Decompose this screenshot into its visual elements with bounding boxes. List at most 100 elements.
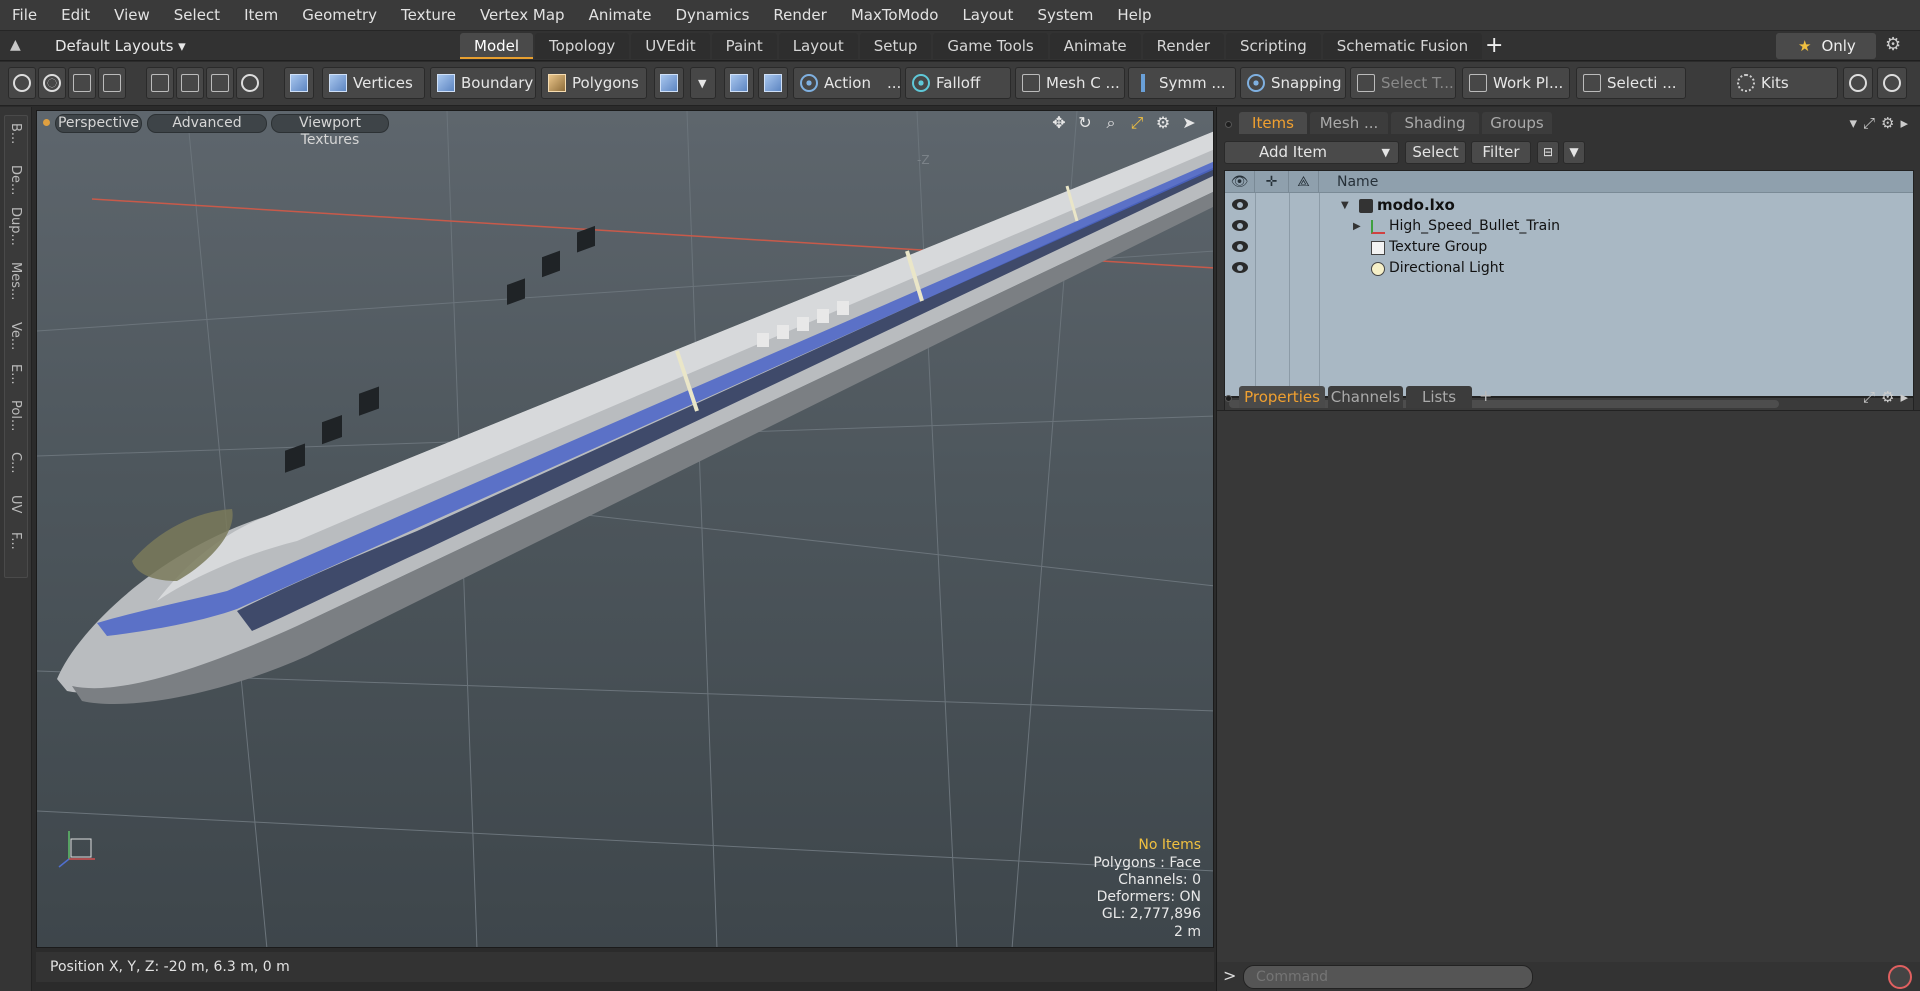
tab-setup[interactable]: Setup <box>859 33 932 59</box>
tab-topology[interactable]: Topology <box>535 33 630 59</box>
select-through-button[interactable]: Select T... <box>1350 67 1456 99</box>
component-mode-button[interactable] <box>654 67 684 99</box>
falloff-button[interactable]: Falloff <box>905 67 1011 99</box>
symmetry-button[interactable]: Symm ... <box>1128 67 1236 99</box>
frame-tool-button[interactable] <box>206 67 234 99</box>
tab-game-tools[interactable]: Game Tools <box>933 33 1048 59</box>
record-macro-icon[interactable] <box>1888 965 1912 989</box>
tab-properties[interactable]: Properties <box>1239 386 1325 408</box>
expand-arrow-icon[interactable]: ▶ <box>1353 216 1361 237</box>
tab-schematic-fusion[interactable]: Schematic Fusion <box>1322 33 1483 59</box>
menu-help[interactable]: Help <box>1105 0 1163 31</box>
collapse-up-icon[interactable]: ▲ <box>10 37 21 53</box>
align-tool-button[interactable] <box>146 67 174 99</box>
strip-tab-polygon[interactable]: Pol... <box>8 400 23 431</box>
tree-row-scene[interactable]: ▼ modo.lxo <box>1225 195 1913 216</box>
select-button[interactable]: Select <box>1405 141 1466 164</box>
add-tab-icon[interactable]: + <box>1479 386 1492 405</box>
work-plane-button[interactable]: Work Pl... <box>1462 67 1570 99</box>
menu-texture[interactable]: Texture <box>389 0 468 31</box>
select-globe-button[interactable] <box>38 67 66 99</box>
menu-geometry[interactable]: Geometry <box>290 0 389 31</box>
panel-menu-dot[interactable] <box>1225 121 1232 128</box>
strip-tab-duplicate[interactable]: Dup... <box>8 207 23 246</box>
tree-row-light[interactable]: Directional Light <box>1225 258 1913 279</box>
menu-file[interactable]: File <box>0 0 49 31</box>
menu-select[interactable]: Select <box>162 0 232 31</box>
menu-maxtomodo[interactable]: MaxToModo <box>839 0 951 31</box>
polygons-mode-button[interactable]: Polygons <box>541 67 647 99</box>
tab-shading[interactable]: Shading <box>1391 112 1479 134</box>
expand-panel-icon[interactable]: ⤢ <box>1863 114 1881 132</box>
tab-animate[interactable]: Animate <box>1049 33 1141 59</box>
brush-tool-button[interactable] <box>98 67 126 99</box>
shading-mode-button[interactable]: Advanced <box>147 114 267 133</box>
pen-tool-button[interactable] <box>68 67 96 99</box>
collapse-icon[interactable]: ⊟ <box>1537 141 1559 164</box>
tree-row-mesh[interactable]: ▶ High_Speed_Bullet_Train <box>1225 216 1913 237</box>
action-center-button[interactable]: Action... <box>793 67 901 99</box>
grid-tool-button[interactable] <box>176 67 204 99</box>
action-center-toggle-a[interactable] <box>724 67 754 99</box>
filter-button[interactable]: Filter <box>1471 141 1531 164</box>
menu-view[interactable]: View <box>102 0 162 31</box>
tab-paint[interactable]: Paint <box>711 33 777 59</box>
maximize-icon[interactable]: ⤢ <box>1127 113 1147 133</box>
lasso-tool-button[interactable] <box>236 67 264 99</box>
tab-channels[interactable]: Channels <box>1328 386 1403 408</box>
tab-mesh-ops[interactable]: Mesh ... <box>1310 112 1388 134</box>
funnel-icon[interactable]: ▼ <box>1563 141 1585 164</box>
tab-items[interactable]: Items <box>1239 112 1307 134</box>
panel-menu-dot[interactable] <box>1225 395 1232 402</box>
tab-layout[interactable]: Layout <box>778 33 858 59</box>
selection-sets-button[interactable]: Selecti ... <box>1576 67 1686 99</box>
strip-tab-uv[interactable]: UV <box>8 495 23 513</box>
panel-dropdown-icon[interactable]: ▾ <box>1849 114 1863 132</box>
viewport-textures-button[interactable]: Viewport Textures <box>271 114 389 148</box>
menu-render[interactable]: Render <box>761 0 838 31</box>
rotate-icon[interactable]: ↻ <box>1075 113 1095 133</box>
tree-row-texture-group[interactable]: Texture Group <box>1225 237 1913 258</box>
visibility-eye-icon[interactable] <box>1232 262 1248 273</box>
vertices-mode-button[interactable]: Vertices <box>322 67 425 99</box>
tab-render[interactable]: Render <box>1142 33 1225 59</box>
tab-uvedit[interactable]: UVEdit <box>631 33 710 59</box>
panel-gear-icon[interactable]: ⚙ <box>1881 114 1900 132</box>
visibility-eye-icon[interactable] <box>1232 241 1248 252</box>
3d-viewport[interactable]: Perspective Advanced Viewport Textures ✥… <box>36 110 1214 948</box>
select-circle-button[interactable] <box>8 67 36 99</box>
items-mode-button[interactable] <box>284 67 314 99</box>
strip-tab-mesh-edit[interactable]: Mes... <box>8 262 23 300</box>
zoom-icon[interactable]: ⌕ <box>1101 113 1121 133</box>
menu-layout[interactable]: Layout <box>950 0 1025 31</box>
strip-tab-deform[interactable]: De... <box>8 165 23 195</box>
add-item-button[interactable]: Add Item ▼ <box>1224 141 1399 164</box>
panel-arrow-icon[interactable]: ▸ <box>1900 114 1914 132</box>
visibility-eye-icon[interactable] <box>1232 199 1248 210</box>
panel-arrow-icon[interactable]: ▸ <box>1900 388 1914 406</box>
action-center-toggle-b[interactable] <box>758 67 788 99</box>
expand-panel-icon[interactable]: ⤢ <box>1863 388 1881 406</box>
pan-icon[interactable]: ✥ <box>1049 113 1069 133</box>
unity-button[interactable] <box>1843 67 1873 99</box>
tab-scripting[interactable]: Scripting <box>1226 33 1321 59</box>
name-column-header[interactable]: Name <box>1319 171 1913 193</box>
mesh-constraint-button[interactable]: Mesh C ... <box>1015 67 1125 99</box>
collapse-arrow-icon[interactable]: ▼ <box>1341 195 1349 216</box>
viewport-arrow-icon[interactable]: ➤ <box>1179 113 1199 133</box>
menu-item[interactable]: Item <box>232 0 290 31</box>
kits-button[interactable]: Kits <box>1730 67 1838 99</box>
strip-tab-vertex[interactable]: Ve... <box>8 322 23 350</box>
strip-tab-fusion[interactable]: F... <box>8 532 23 550</box>
boundary-mode-button[interactable]: Boundary <box>430 67 536 99</box>
unreal-button[interactable] <box>1877 67 1907 99</box>
strip-tab-edge[interactable]: E... <box>8 364 23 385</box>
menu-edit[interactable]: Edit <box>49 0 102 31</box>
panel-gear-icon[interactable]: ⚙ <box>1881 388 1900 406</box>
strip-tab-basic[interactable]: B... <box>8 123 23 144</box>
viewport-settings-icon[interactable]: ⚙ <box>1153 113 1173 133</box>
snapping-button[interactable]: Snapping <box>1240 67 1346 99</box>
visibility-eye-icon[interactable] <box>1232 220 1248 231</box>
tab-lists[interactable]: Lists <box>1406 386 1472 408</box>
gear-icon[interactable]: ⚙ <box>1885 34 1901 55</box>
